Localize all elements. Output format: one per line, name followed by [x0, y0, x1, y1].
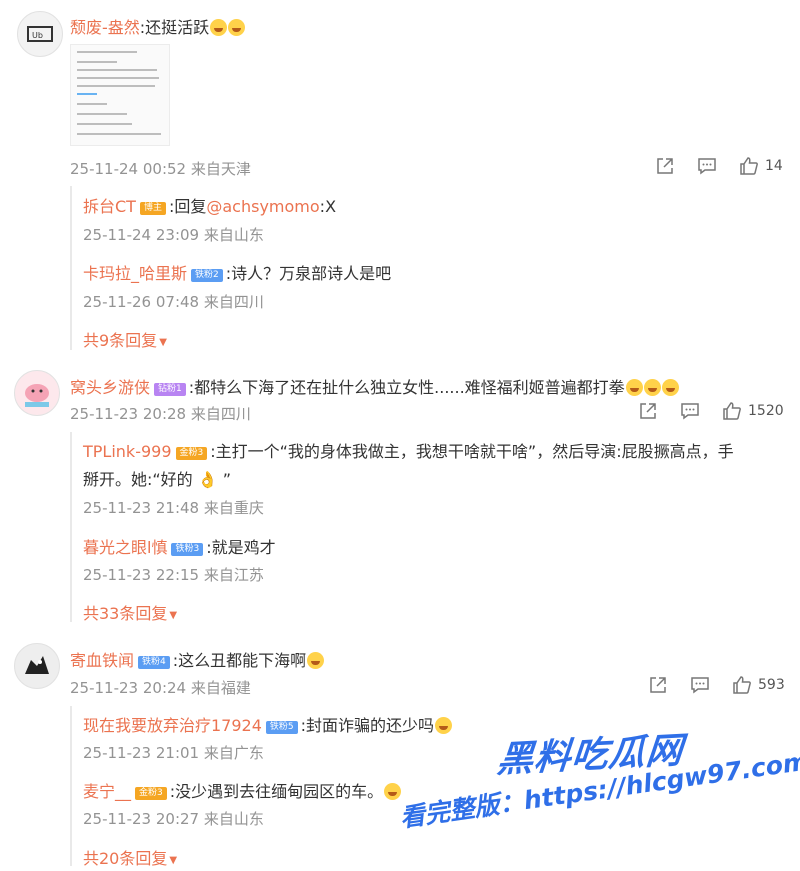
user-badge: 铁粉5 [265, 721, 298, 734]
comment-actions: 1520 [638, 401, 784, 421]
reply-meta: 25-11-23 20:27 来自山东 [83, 810, 264, 828]
laughing-emoji-icon [435, 717, 453, 734]
more-replies-label: 共20条回复 [83, 849, 168, 868]
reply-text: :封面诈骗的还少吗 [300, 716, 435, 735]
crying-emoji-icon [384, 783, 402, 800]
comment-meta: 25-11-23 20:24 来自福建 [70, 679, 251, 697]
mention-link[interactable]: @achsymomo [206, 197, 319, 216]
reply: TPLink-999 金粉3:主打一个“我的身体我做主，我想干啥就干啥”，然后导演… [83, 438, 734, 462]
more-replies-link[interactable]: 共33条回复 ▼ [83, 600, 177, 624]
comment-icon[interactable] [697, 156, 717, 176]
reply: 现在我要放弃治疗17924 铁粉5:封面诈骗的还少吗 [83, 712, 453, 736]
comment-text: :都特么下海了还在扯什么独立女性......难怪福利姬普遍都打拳 [188, 378, 625, 397]
more-replies-link[interactable]: 共9条回复 ▼ [83, 327, 167, 351]
like-count: 14 [765, 158, 783, 174]
comment-icon[interactable] [690, 675, 710, 695]
comment-meta: 25-11-23 20:28 来自四川 [70, 405, 251, 423]
reply-meta: 25-11-23 21:01 来自广东 [83, 744, 264, 762]
user-badge: 铁粉4 [138, 656, 170, 669]
like-count: 1520 [748, 403, 784, 419]
username[interactable]: 寄血铁闻 [70, 651, 134, 670]
reply: 拆台CT 博主:回复@achsymomo:X [83, 193, 336, 217]
reply: 暮光之眼l慎 铁粉3:就是鸡才 [83, 534, 276, 558]
comment-image[interactable] [70, 44, 170, 146]
avatar[interactable] [14, 370, 60, 416]
comment-actions: 593 [648, 675, 785, 695]
username[interactable]: 麦宁__ [83, 782, 131, 801]
share-icon[interactable] [655, 156, 675, 176]
like-icon[interactable] [732, 675, 752, 695]
reply-text-continued: 掰开。她:“好的 👌 ” [83, 470, 232, 489]
user-badge: 铁粉3 [171, 543, 204, 556]
username[interactable]: TPLink-999 [83, 442, 172, 461]
reply-text: :没少遇到去往缅甸园区的车。 [169, 782, 384, 801]
username[interactable]: 颓废-盎然 [70, 18, 140, 37]
username[interactable]: 现在我要放弃治疗17924 [83, 716, 262, 735]
reply: 麦宁__ 金粉3:没少遇到去往缅甸园区的车。 [83, 778, 402, 802]
user-badge: 金粉3 [175, 447, 208, 460]
comment-body: 颓废-盎然:还挺活跃 [70, 14, 246, 38]
reply-text: :X [319, 197, 337, 216]
avatar[interactable]: Ub [17, 11, 63, 57]
comment-meta: 25-11-24 00:52 来自天津 [70, 160, 251, 178]
reply-text: :诗人？万泉部诗人是吧 [225, 264, 392, 283]
caret-down-icon: ▼ [169, 610, 178, 621]
comment-text: :这么丑都能下海啊 [172, 651, 307, 670]
reply-text: :回复 [168, 197, 207, 216]
comment-text: :还挺活跃 [139, 18, 210, 37]
comment-actions: 14 [655, 156, 783, 176]
more-replies-label: 共33条回复 [83, 604, 168, 623]
share-icon[interactable] [648, 675, 668, 695]
more-replies-label: 共9条回复 [83, 331, 158, 350]
share-icon[interactable] [638, 401, 658, 421]
more-replies-link[interactable]: 共20条回复 ▼ [83, 845, 177, 869]
reply: 卡玛拉_哈里斯 铁粉2:诗人？万泉部诗人是吧 [83, 260, 391, 284]
like-icon[interactable] [722, 401, 742, 421]
laughing-emoji-icon [661, 379, 679, 396]
reply-text: :主打一个“我的身体我做主，我想干啥就干啥”，然后导演:屁股撅高点，手 [210, 442, 734, 461]
reply-meta: 25-11-26 07:48 来自四川 [83, 293, 264, 311]
user-badge: 博主 [139, 202, 166, 215]
user-badge: 铁粉2 [191, 269, 223, 282]
comment-icon[interactable] [680, 401, 700, 421]
username[interactable]: 窝头乡游侠 [70, 378, 150, 397]
svg-text:Ub: Ub [32, 31, 43, 40]
caret-down-icon: ▼ [169, 855, 178, 866]
like-count: 593 [758, 677, 785, 693]
reply-thread [70, 432, 74, 622]
emoji-icon [228, 19, 246, 36]
avatar[interactable] [14, 643, 60, 689]
reply-text: :就是鸡才 [206, 538, 276, 557]
user-badge: 金粉3 [135, 787, 167, 800]
reply-meta: 25-11-24 23:09 来自山东 [83, 226, 264, 244]
reply-meta: 25-11-23 21:48 来自重庆 [83, 499, 264, 517]
caret-down-icon: ▼ [159, 337, 167, 348]
user-badge: 钻粉1 [154, 383, 186, 396]
username[interactable]: 暮光之眼l慎 [83, 538, 167, 557]
emoji-icon [210, 19, 228, 36]
laughing-emoji-icon [307, 652, 325, 669]
like-icon[interactable] [739, 156, 759, 176]
username[interactable]: 卡玛拉_哈里斯 [83, 264, 187, 283]
reply-thread [70, 186, 74, 350]
laughing-emoji-icon [643, 379, 661, 396]
username[interactable]: 拆台CT [83, 197, 136, 216]
laughing-emoji-icon [625, 379, 643, 396]
reply-thread [70, 706, 74, 866]
comment-body: 窝头乡游侠 钻粉1:都特么下海了还在扯什么独立女性......难怪福利姬普遍都打拳 [70, 374, 679, 398]
reply-meta: 25-11-23 22:15 来自江苏 [83, 566, 264, 584]
comment-body: 寄血铁闻 铁粉4:这么丑都能下海啊 [70, 647, 325, 671]
